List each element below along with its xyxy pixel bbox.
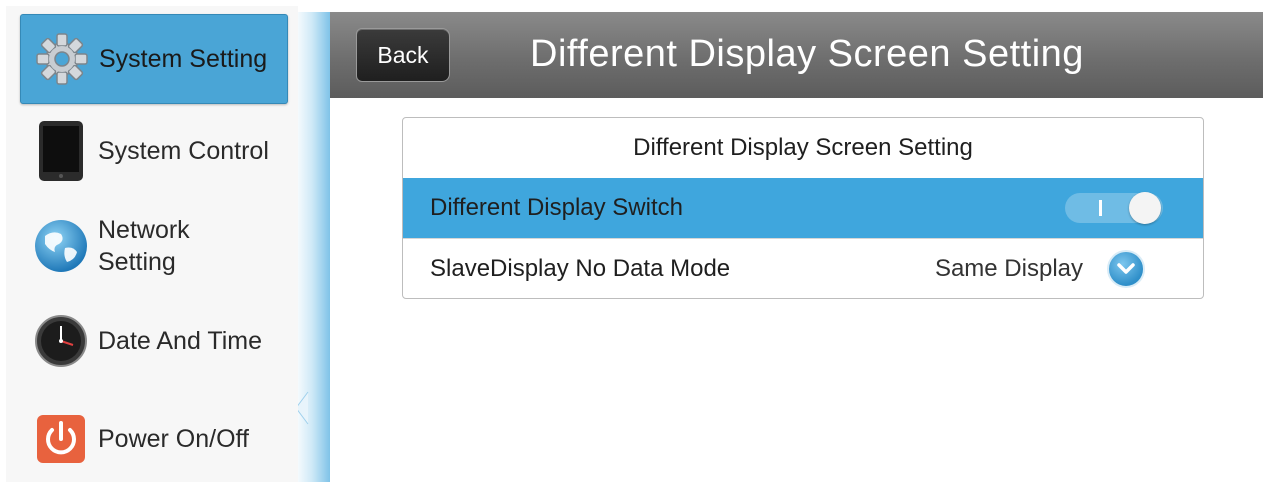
setting-row-slave-display-mode[interactable]: SlaveDisplay No Data Mode Same Display [403, 238, 1203, 298]
sidebar-item-power-on-off[interactable]: Power On/Off [20, 404, 286, 474]
header-bar: Back Different Display Screen Setting [330, 12, 1263, 98]
sidebar-item-label-line2: Setting [98, 248, 176, 276]
toggle-knob [1129, 192, 1161, 224]
sidebar-item-label-line1: Network [98, 216, 190, 244]
setting-label: SlaveDisplay No Data Mode [430, 254, 731, 282]
sidebar-item-date-and-time[interactable]: Date And Time [20, 306, 286, 376]
tablet-icon [32, 121, 90, 181]
settings-panel: Different Display Screen Setting Differe… [402, 117, 1204, 299]
back-button[interactable]: Back [356, 28, 450, 82]
dropdown-button[interactable] [1107, 249, 1145, 288]
sidebar-item-network-setting[interactable]: Network Setting [20, 206, 286, 286]
sidebar-item-label: Network Setting [98, 214, 190, 278]
sidebar-divider [298, 12, 330, 482]
different-display-toggle[interactable] [1065, 192, 1163, 224]
chevron-down-icon [1117, 262, 1135, 274]
power-icon [32, 410, 90, 468]
setting-label: Different Display Switch [430, 194, 683, 221]
page-title: Different Display Screen Setting [530, 33, 1084, 75]
toggle-on-mark [1099, 200, 1102, 216]
sidebar-item-label: System Setting [99, 45, 268, 73]
sidebar-item-system-control[interactable]: System Control [20, 116, 286, 186]
sidebar-item-system-setting[interactable]: System Setting [20, 14, 288, 104]
sidebar-item-label: Power On/Off [98, 425, 249, 453]
globe-icon [32, 217, 90, 275]
setting-row-different-display-switch[interactable]: Different Display Switch [403, 178, 1203, 238]
sidebar-item-label: Date And Time [98, 327, 262, 355]
setting-value: Same Display [934, 254, 1083, 282]
sidebar: System Setting System Control Network Se… [6, 6, 298, 482]
gear-icon [33, 30, 91, 88]
clock-icon [32, 312, 90, 370]
sidebar-item-label: System Control [98, 137, 269, 165]
panel-title: Different Display Screen Setting [633, 134, 973, 161]
